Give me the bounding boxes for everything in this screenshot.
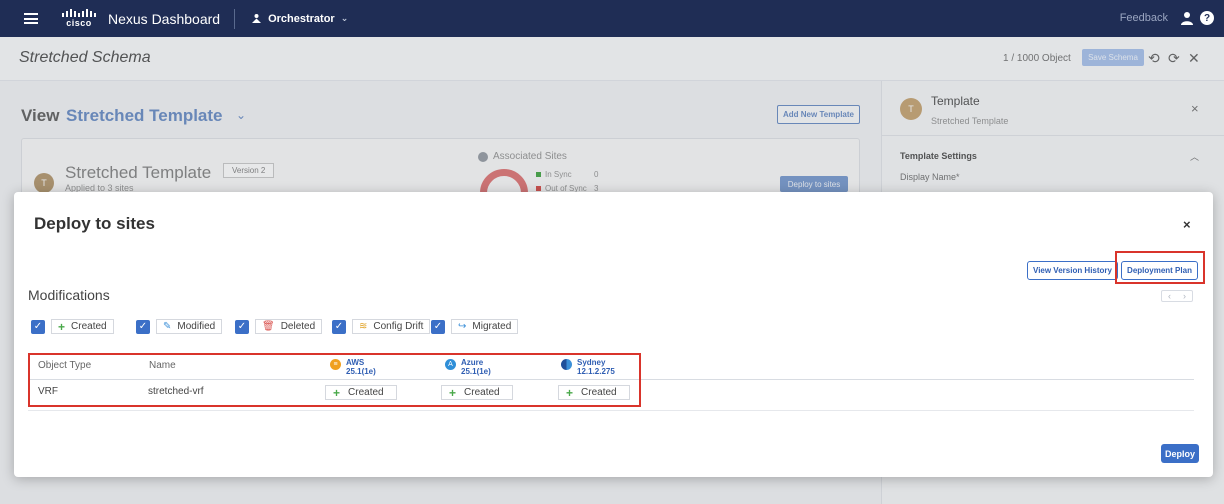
filter-config-drift[interactable]: ✓ ≋ Config Drift <box>332 319 431 334</box>
migrate-icon: ↪ <box>458 321 467 332</box>
filter-label: Config Drift <box>373 321 424 332</box>
pencil-icon: ✎ <box>163 321 172 332</box>
feedback-link[interactable]: Feedback <box>1120 12 1168 24</box>
modal-backdrop-top <box>0 37 1224 81</box>
filter-chip: ↪ Migrated <box>451 319 519 334</box>
filter-chip: ≋ Config Drift <box>352 319 431 334</box>
table-row-divider <box>28 410 1194 411</box>
divider <box>234 8 236 29</box>
help-icon[interactable]: ? <box>1200 11 1214 25</box>
filter-created[interactable]: ✓ + Created <box>31 319 114 334</box>
checkbox-checked-icon[interactable]: ✓ <box>136 319 150 334</box>
filter-chip: ✎ Modified <box>156 319 223 334</box>
filter-label: Created <box>71 321 107 332</box>
service-selector[interactable]: Orchestrator ⌄ <box>251 13 348 25</box>
filter-label: Modified <box>177 321 216 332</box>
filter-modified[interactable]: ✓ ✎ Modified <box>136 319 223 334</box>
chevron-down-icon: ⌄ <box>340 13 349 23</box>
table-highlight <box>28 353 641 407</box>
checkbox-checked-icon[interactable]: ✓ <box>431 319 445 334</box>
cisco-logo: cisco <box>62 9 96 28</box>
filter-label: Migrated <box>472 321 512 332</box>
service-name: Orchestrator <box>268 12 335 25</box>
checkbox-checked-icon[interactable]: ✓ <box>235 319 249 334</box>
config-drift-icon: ≋ <box>359 321 368 332</box>
view-version-history-button[interactable]: View Version History <box>1027 261 1118 280</box>
filter-chip: 🗑 Deleted <box>255 319 323 334</box>
deployment-plan-highlight <box>1115 251 1205 284</box>
checkbox-checked-icon[interactable]: ✓ <box>31 319 45 334</box>
filter-label: Deleted <box>280 321 316 332</box>
close-icon[interactable]: × <box>1183 217 1191 232</box>
filter-deleted[interactable]: ✓ 🗑 Deleted <box>235 319 323 334</box>
chevron-right-icon[interactable]: › <box>1183 291 1186 301</box>
app-name: Nexus Dashboard <box>108 10 221 27</box>
pager[interactable]: ‹ › <box>1161 290 1193 302</box>
deploy-button[interactable]: Deploy <box>1161 444 1199 463</box>
deploy-to-sites-modal: Deploy to sites × View Version History D… <box>14 192 1213 477</box>
brand-text: cisco <box>66 18 92 28</box>
checkbox-checked-icon[interactable]: ✓ <box>332 319 346 334</box>
filter-chip: + Created <box>51 319 114 334</box>
chevron-left-icon[interactable]: ‹ <box>1168 291 1171 301</box>
orchestrator-icon <box>252 14 262 23</box>
filter-migrated[interactable]: ✓ ↪ Migrated <box>431 319 519 334</box>
menu-icon[interactable] <box>24 13 38 24</box>
trash-icon: 🗑 <box>262 321 275 332</box>
user-icon[interactable] <box>1180 11 1194 25</box>
modal-title: Deploy to sites <box>34 214 155 233</box>
plus-icon: + <box>58 319 66 334</box>
modifications-title: Modifications <box>28 287 110 303</box>
top-bar: cisco Nexus Dashboard Orchestrator ⌄ Fee… <box>0 0 1224 37</box>
